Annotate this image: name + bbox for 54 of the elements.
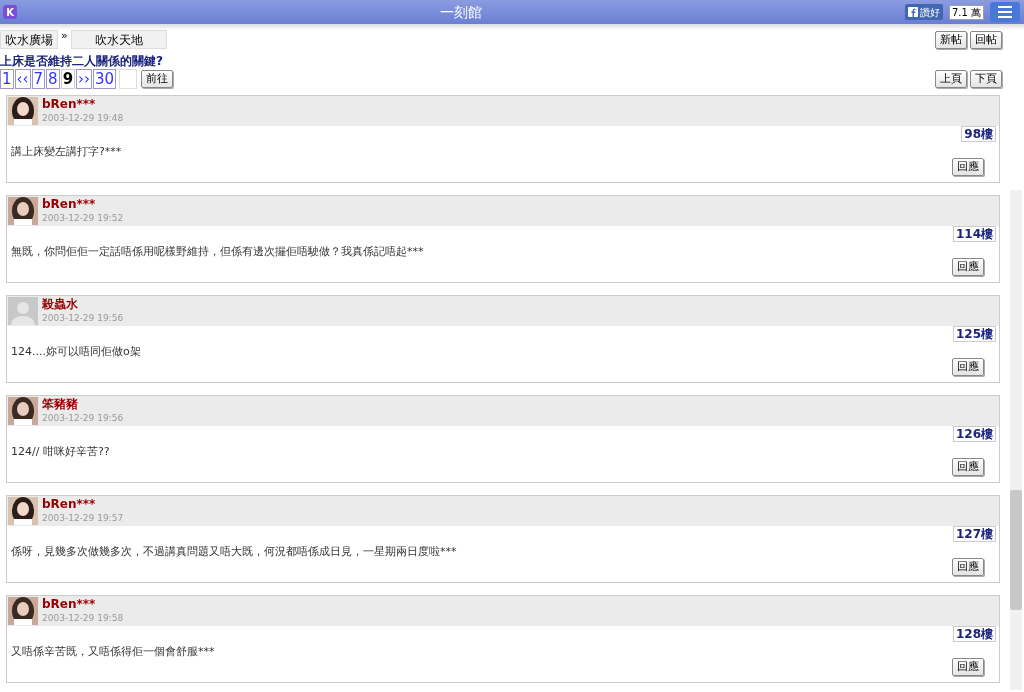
page-link[interactable]: ‹‹ — [14, 69, 31, 89]
reply-button[interactable]: 回應 — [952, 158, 984, 176]
reply-button[interactable]: 回應 — [952, 258, 984, 276]
post-text: 講上床變左講打字?*** — [11, 144, 122, 160]
site-title: 一刻館 — [439, 2, 482, 22]
author-name[interactable]: bRen*** — [42, 597, 124, 611]
post-date: 2003-12-29 19:52 — [42, 212, 124, 225]
post-date: 2003-12-29 19:48 — [42, 112, 124, 125]
logo-icon[interactable]: K — [3, 5, 17, 19]
page-link[interactable]: 7 — [31, 69, 46, 89]
author-name[interactable]: bRen*** — [42, 497, 124, 511]
scrollbar[interactable] — [1010, 190, 1022, 690]
reply-button[interactable]: 回應 — [952, 358, 984, 376]
breadcrumb-link[interactable]: 吹水天地 — [70, 30, 167, 49]
page-link[interactable]: 30 — [93, 69, 117, 89]
post-text: 係呀，見幾多次做幾多次，不過講真問題又唔大既，何況都唔係成日見，一星期兩日度啦*** — [11, 544, 457, 560]
reply-button[interactable]: 回應 — [952, 458, 984, 476]
post-text: 124// 咁咪好辛苦?? — [11, 444, 110, 460]
go-button[interactable]: 前往 — [141, 70, 174, 88]
page-link[interactable]: ›› — [76, 69, 93, 89]
menu-button[interactable] — [990, 2, 1020, 22]
post-text: 124....妳可以唔同佢做o架 — [11, 344, 141, 360]
author-name[interactable]: bRen*** — [42, 97, 124, 111]
post-date: 2003-12-29 19:57 — [42, 512, 124, 525]
page-link[interactable]: 1 — [0, 69, 14, 89]
page-nav-button[interactable]: 下頁 — [970, 70, 1002, 88]
reply-button[interactable]: 回應 — [952, 658, 984, 676]
author-name[interactable]: bRen*** — [42, 197, 124, 211]
author-name[interactable]: 笨豬豬 — [42, 397, 124, 411]
action-button[interactable]: 回帖 — [970, 30, 1002, 49]
reply-button[interactable]: 回應 — [952, 558, 984, 576]
author-name[interactable]: 殺蟲水 — [42, 297, 124, 311]
page-nav-button[interactable]: 上頁 — [935, 70, 967, 88]
floor-number: 125樓 — [952, 326, 996, 342]
post-text: 又唔係辛苦既，又唔係得佢一個會舒服*** — [11, 644, 215, 660]
post-text: 無既，你問佢佢一定話唔係用呢樣野維持，但係有邊次攞佢唔駛做？我真係記唔起*** — [11, 244, 424, 260]
post-date: 2003-12-29 19:56 — [42, 412, 124, 425]
floor-number: 127樓 — [952, 526, 996, 542]
like-count: 7.1 萬 — [948, 4, 984, 20]
post-date: 2003-12-29 19:58 — [42, 612, 124, 625]
page-input[interactable] — [119, 69, 138, 89]
floor-number: 126樓 — [952, 426, 996, 442]
page-link[interactable]: 8 — [46, 69, 60, 89]
action-button[interactable]: 新帖 — [935, 30, 967, 49]
thread-title: 上床是否維持二人關係的關鍵? — [0, 53, 164, 69]
breadcrumb-separator: » — [60, 30, 69, 42]
floor-number: 114樓 — [952, 226, 996, 242]
page-link[interactable]: 9 — [60, 69, 76, 89]
floor-number: 98樓 — [961, 126, 996, 142]
post-date: 2003-12-29 19:56 — [42, 312, 124, 325]
like-button[interactable]: 讚好 — [904, 4, 943, 20]
breadcrumb-link[interactable]: 吹水廣場 — [0, 30, 58, 49]
facebook-icon — [907, 7, 918, 17]
floor-number: 128樓 — [952, 626, 996, 642]
